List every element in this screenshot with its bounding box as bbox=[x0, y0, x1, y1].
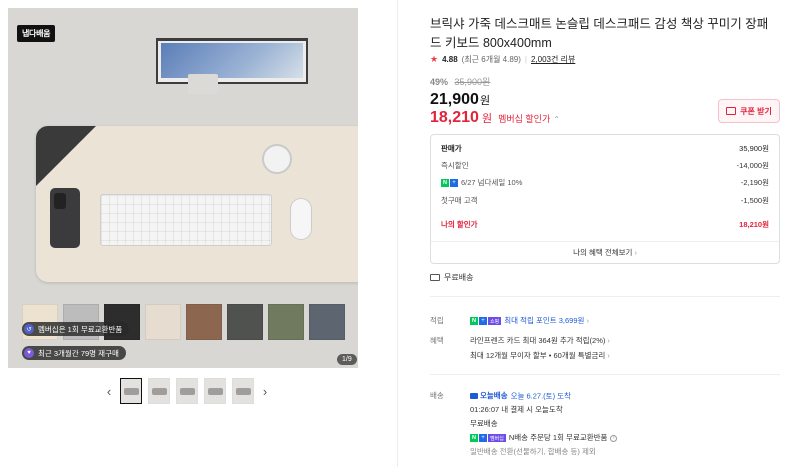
today-delivery-icon bbox=[470, 392, 478, 399]
thumbnail[interactable] bbox=[120, 378, 142, 404]
point-text[interactable]: N + 쇼핑 최대 적립 포인트 3,699원 › bbox=[470, 315, 589, 326]
star-icon: ★ bbox=[430, 54, 439, 64]
breakdown-divider bbox=[431, 241, 779, 242]
member-price: 18,210 bbox=[430, 109, 479, 126]
sale-price: 21,900원 bbox=[430, 91, 491, 108]
section-divider bbox=[430, 296, 780, 297]
free-shipping-label: 무료배송 bbox=[444, 273, 474, 282]
column-divider bbox=[397, 0, 398, 467]
original-price: 35,900원 bbox=[454, 77, 491, 87]
thumbnail-strip: ‹ › bbox=[104, 378, 270, 404]
point-label: 적립 bbox=[430, 316, 444, 325]
thumbnail[interactable] bbox=[204, 378, 226, 404]
naver-plus-shop-icon: N + 쇼핑 bbox=[470, 317, 502, 326]
color-swatch[interactable] bbox=[268, 304, 304, 340]
delivery-note: 일반배송 전환(선물하기, 합배송 등) 제외 bbox=[470, 447, 596, 456]
keyboard-illustration bbox=[100, 194, 272, 246]
benefit-label: 혜택 bbox=[430, 336, 444, 345]
naver-plus-icon: N + bbox=[441, 179, 458, 188]
repurchase-icon: ♥ bbox=[24, 348, 34, 358]
rating-row: ★ 4.88 (최근 6개월 4.89) | 2,003건 리뷰 bbox=[430, 54, 575, 65]
breakdown-row: 판매가 35,900원 bbox=[441, 144, 769, 153]
thumbnail[interactable] bbox=[148, 378, 170, 404]
member-price-row[interactable]: 18,210 원 멤버십 할인가 ⌃ bbox=[430, 109, 560, 127]
thumbnail[interactable] bbox=[232, 378, 254, 404]
all-benefits-link[interactable]: 나의 혜택 전체보기 › bbox=[431, 247, 779, 258]
discount-rate: 49% bbox=[430, 77, 449, 87]
repurchase-badge: ♥ 최근 3개월간 79명 재구매 bbox=[22, 346, 126, 360]
rating-detail: (최근 6개월 4.89) bbox=[461, 55, 521, 64]
product-main-image[interactable]: 냅다배움 ↺ 멤버십은 1회 무료교환반품 ♥ 최근 3개월간 79명 재구매 … bbox=[8, 8, 358, 368]
thumb-prev-icon[interactable]: ‹ bbox=[104, 384, 114, 399]
price-breakdown: 판매가 35,900원 즉시할인 -14,000원 N +6/27 넘다세일 10% … bbox=[430, 134, 780, 264]
delivery-cutoff: 01:26:07 내 결제 시 오늘도착 bbox=[470, 405, 563, 414]
mouse-illustration bbox=[290, 198, 312, 240]
delivery-fee: 무료배송 bbox=[470, 419, 498, 428]
delivery-date-row: 오늘배송 오늘 6.27.(토) 도착 bbox=[470, 390, 571, 402]
image-page-counter: 1/9 bbox=[337, 354, 357, 365]
installment-benefit-text[interactable]: 최대 12개월 무이자 할부 • 60개월 특별금리 › bbox=[470, 350, 610, 361]
thumb-next-icon[interactable]: › bbox=[260, 384, 270, 399]
coupon-icon bbox=[726, 107, 737, 115]
coupon-button[interactable]: 쿠폰 받기 bbox=[718, 99, 780, 123]
member-price-label: 멤버십 할인가 bbox=[498, 114, 551, 124]
card-benefit-text[interactable]: 라인프렌즈 카드 최대 364원 추가 적립(2%) › bbox=[470, 335, 610, 346]
membership-icon: ↺ bbox=[24, 324, 34, 334]
membership-badge-text: 멤버십은 1회 무료교환반품 bbox=[38, 324, 123, 334]
discount-row: 49% 35,900원 bbox=[430, 75, 490, 88]
today-delivery-badge: 오늘배송 bbox=[470, 390, 508, 401]
section-divider bbox=[430, 374, 780, 375]
coupon-button-label: 쿠폰 받기 bbox=[740, 106, 772, 116]
monitor-stand bbox=[188, 74, 218, 94]
phone-illustration bbox=[50, 188, 80, 248]
review-count-link[interactable]: 2,003건 리뷰 bbox=[531, 54, 575, 65]
truck-icon bbox=[430, 274, 440, 281]
my-discount-row: 나의 할인가 18,210원 bbox=[441, 220, 769, 229]
naver-plus-shop-icon: N + 멤버십 bbox=[470, 434, 506, 443]
delivery-return: N + 멤버십 N배송 주문당 1회 무료교환반품 i bbox=[470, 432, 618, 443]
rating-value: 4.88 bbox=[442, 55, 458, 64]
brand-badge: 냅다배움 bbox=[17, 25, 56, 42]
rating-separator: | bbox=[524, 55, 527, 64]
member-price-unit: 원 bbox=[481, 113, 493, 125]
cup-illustration bbox=[262, 144, 292, 174]
info-icon[interactable]: i bbox=[610, 434, 618, 442]
breakdown-row: N +6/27 넘다세일 10% -2,190원 bbox=[441, 178, 769, 188]
delivery-label: 배송 bbox=[430, 391, 444, 400]
breakdown-row: 즉시할인 -14,000원 bbox=[441, 161, 769, 170]
free-shipping-row: 무료배송 bbox=[430, 272, 473, 283]
repurchase-badge-text: 최근 3개월간 79명 재구매 bbox=[38, 348, 119, 358]
chevron-up-icon: ⌃ bbox=[553, 115, 560, 124]
product-title: 브릭샤 가죽 데스크매트 논슬립 데스크패드 감성 책상 꾸미기 장패드 키보드… bbox=[430, 17, 769, 50]
breakdown-row: 첫구매 고객 -1,500원 bbox=[441, 196, 769, 205]
color-swatch[interactable] bbox=[145, 304, 181, 340]
color-swatch[interactable] bbox=[186, 304, 222, 340]
membership-badge: ↺ 멤버십은 1회 무료교환반품 bbox=[22, 322, 130, 336]
thumbnail[interactable] bbox=[176, 378, 198, 404]
color-swatch[interactable] bbox=[309, 304, 345, 340]
monitor-illustration bbox=[156, 38, 308, 84]
color-swatch[interactable] bbox=[227, 304, 263, 340]
